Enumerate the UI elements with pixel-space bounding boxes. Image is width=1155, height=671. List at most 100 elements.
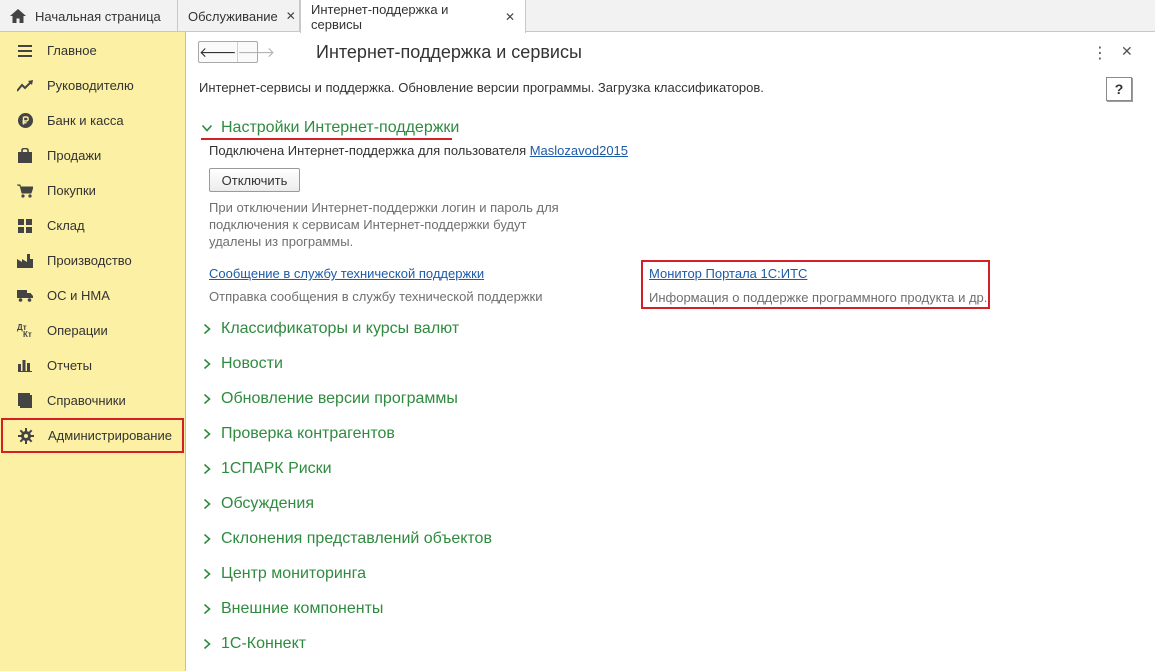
section-title: Классификаторы и курсы валют — [221, 320, 460, 337]
warehouse-icon — [17, 218, 33, 234]
sidebar-item-purchases[interactable]: Покупки — [0, 173, 185, 208]
section-counterparty-check[interactable]: Проверка контрагентов — [202, 425, 395, 443]
chevron-right-icon — [203, 464, 211, 474]
its-monitor-note: Информация о поддержке программного прод… — [649, 290, 988, 305]
menu-icon — [17, 43, 33, 59]
bag-icon — [17, 148, 33, 164]
sidebar-item-label: Администрирование — [48, 428, 172, 443]
sidebar-item-label: Операции — [47, 323, 108, 338]
tab-label: Интернет-поддержка и сервисы — [311, 1, 449, 32]
connection-status: Подключена Интернет-поддержка для пользо… — [209, 143, 628, 158]
sidebar-item-label: Склад — [47, 218, 85, 233]
close-window-icon[interactable]: ✕ — [1121, 43, 1133, 60]
sidebar-item-assets[interactable]: ОС и НМА — [0, 278, 185, 313]
section-spark-risks[interactable]: 1СПАРК Риски — [202, 460, 332, 478]
chevron-right-icon — [203, 569, 211, 579]
cart-icon — [17, 183, 33, 199]
support-message-link[interactable]: Сообщение в службу технической поддержки — [209, 266, 484, 281]
section-title: 1С-Коннект — [221, 635, 307, 652]
sidebar-item-label: Продажи — [47, 148, 102, 163]
trend-icon — [17, 78, 33, 94]
kt-label: Кт — [23, 329, 32, 339]
back-button[interactable]: 🡐 — [199, 42, 238, 62]
sidebar-item-administration[interactable]: Администрирование — [1, 418, 184, 453]
section-title: Центр мониторинга — [221, 565, 367, 582]
chevron-right-icon — [203, 639, 211, 649]
sidebar-item-label: Покупки — [47, 183, 96, 198]
sidebar-item-label: Отчеты — [47, 358, 92, 373]
sidebar-item-label: Справочники — [47, 393, 126, 408]
page-description: Интернет-сервисы и поддержка. Обновление… — [199, 80, 764, 95]
chevron-down-icon — [202, 124, 212, 132]
close-icon[interactable]: ✕ — [505, 10, 515, 24]
tab-bar: Начальная страница Обслуживание ✕ Интерн… — [0, 0, 1155, 33]
section-title: Проверка контрагентов — [221, 425, 395, 442]
nav-buttons: 🡐 🡒 — [198, 41, 275, 63]
disconnect-note: При отключении Интернет-поддержки логин … — [209, 200, 559, 249]
section-title: Обсуждения — [221, 495, 314, 512]
highlight-underline — [201, 138, 452, 140]
page-title: Интернет-поддержка и сервисы — [316, 42, 582, 62]
chevron-right-icon — [203, 394, 211, 404]
more-menu-icon[interactable]: ⋮ — [1092, 43, 1108, 63]
main-content: 🡐 🡒 Интернет-поддержка и сервисы ⋮ ✕ Инт… — [186, 32, 1155, 671]
home-icon — [10, 9, 26, 23]
disconnect-button[interactable]: Отключить — [209, 168, 300, 192]
section-title: Обновление версии программы — [221, 390, 458, 407]
sidebar-item-warehouse[interactable]: Склад — [0, 208, 185, 243]
section-1c-connect[interactable]: 1С-Коннект — [202, 635, 306, 653]
chevron-right-icon — [203, 429, 211, 439]
close-icon[interactable]: ✕ — [286, 9, 296, 23]
chevron-right-icon — [203, 499, 211, 509]
sidebar-item-label: Главное — [47, 43, 97, 58]
section-declensions[interactable]: Склонения представлений объектов — [202, 530, 492, 548]
section-title: Новости — [221, 355, 283, 372]
chevron-right-icon — [203, 359, 211, 369]
support-message-note: Отправка сообщения в службу технической … — [209, 289, 543, 304]
tab-label: Обслуживание — [188, 8, 278, 24]
sidebar-item-label: Производство — [47, 253, 132, 268]
section-title: 1СПАРК Риски — [221, 460, 332, 477]
book-icon — [17, 393, 33, 409]
section-classifiers[interactable]: Классификаторы и курсы валют — [202, 320, 459, 338]
tab-maintenance[interactable]: Обслуживание ✕ — [178, 0, 300, 32]
section-discussions[interactable]: Обсуждения — [202, 495, 314, 513]
ruble-icon — [17, 113, 33, 129]
chevron-right-icon — [203, 324, 211, 334]
tab-home[interactable]: Начальная страница — [0, 0, 178, 32]
sidebar: Главное Руководителю Банк и касса Продаж… — [0, 32, 186, 671]
section-news[interactable]: Новости — [202, 355, 283, 373]
chevron-right-icon — [203, 604, 211, 614]
section-monitoring-center[interactable]: Центр мониторинга — [202, 565, 366, 583]
sidebar-item-sales[interactable]: Продажи — [0, 138, 185, 173]
gear-icon — [18, 427, 34, 444]
sidebar-item-directories[interactable]: Справочники — [0, 383, 185, 418]
sidebar-item-bank[interactable]: Банк и касса — [0, 103, 185, 138]
dt-kt-icon: Дт Кт — [17, 323, 33, 339]
section-title: Внешние компоненты — [221, 600, 384, 617]
sidebar-item-label: Руководителю — [47, 78, 134, 93]
bar-chart-icon — [17, 358, 33, 374]
user-link[interactable]: Maslozavod2015 — [530, 143, 628, 158]
section-title: Склонения представлений объектов — [221, 530, 492, 547]
sidebar-item-production[interactable]: Производство — [0, 243, 185, 278]
section-support-settings[interactable]: Настройки Интернет-поддержки — [202, 119, 459, 137]
its-monitor-link[interactable]: Монитор Портала 1С:ИТС — [649, 266, 807, 281]
section-update[interactable]: Обновление версии программы — [202, 390, 458, 408]
factory-icon — [17, 253, 33, 269]
tab-label: Начальная страница — [35, 8, 161, 24]
section-external-components[interactable]: Внешние компоненты — [202, 600, 383, 618]
sidebar-item-operations[interactable]: Дт Кт Операции — [0, 313, 185, 348]
truck-icon — [17, 288, 33, 304]
sidebar-item-reports[interactable]: Отчеты — [0, 348, 185, 383]
section-title: Настройки Интернет-поддержки — [221, 119, 460, 136]
chevron-right-icon — [203, 534, 211, 544]
sidebar-item-main[interactable]: Главное — [0, 33, 185, 68]
forward-button[interactable]: 🡒 — [238, 42, 276, 62]
sidebar-item-label: ОС и НМА — [47, 288, 110, 303]
tab-internet-support[interactable]: Интернет-поддержка и сервисы ✕ — [300, 0, 526, 33]
sidebar-item-manager[interactable]: Руководителю — [0, 68, 185, 103]
help-button[interactable]: ? — [1106, 77, 1132, 101]
connection-status-text: Подключена Интернет-поддержка для пользо… — [209, 143, 530, 158]
sidebar-item-label: Банк и касса — [47, 113, 124, 128]
